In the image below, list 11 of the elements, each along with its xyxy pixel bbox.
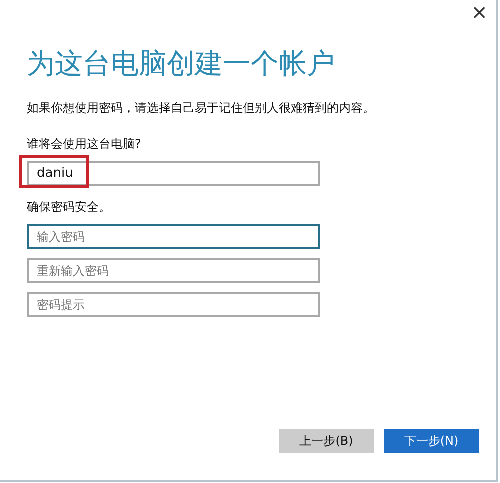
page-title: 为这台电脑创建一个帐户 [27,46,336,82]
password-field[interactable]: 密码提示 [27,292,320,317]
password-field[interactable]: 输入密码 [27,224,320,249]
field-label: 谁将会使用这台电脑? [27,136,142,153]
username-field[interactable]: daniu [27,161,320,186]
close-button[interactable]: × [471,2,488,24]
intro-text: 如果你想使用密码，请选择自己易于记住但别人很难猜到的内容。 [27,100,376,117]
field-label: 确保密码安全。 [27,199,112,216]
next-button[interactable]: 下一步(N) [384,429,479,453]
back-button[interactable]: 上一步(B) [279,429,374,453]
password-field[interactable]: 重新输入密码 [27,258,320,283]
